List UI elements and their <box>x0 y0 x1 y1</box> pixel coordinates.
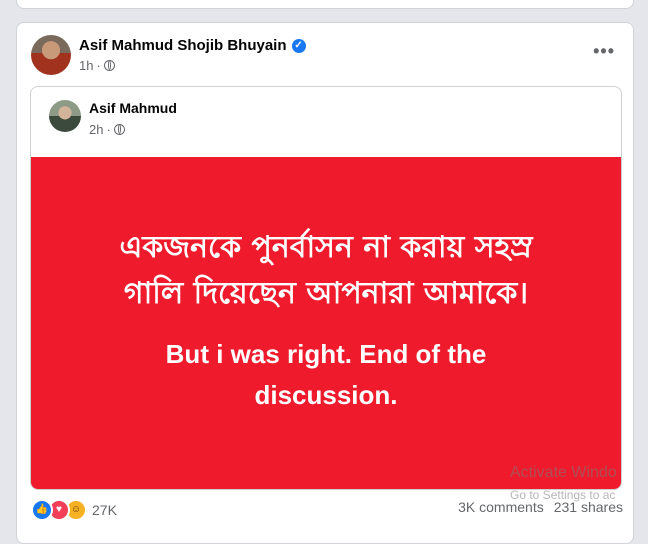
activate-windows-subtext: Go to Settings to ac <box>510 488 616 502</box>
reaction-count[interactable]: 27K <box>92 502 117 518</box>
reactions-summary[interactable]: 👍 ♥ ☺ 27K <box>31 499 117 521</box>
shared-post-time[interactable]: 2h <box>89 122 103 137</box>
globe-icon <box>103 60 115 71</box>
text-banner: একজনকে পুনর্বাসন না করায় সহস্র গালি দিয… <box>31 157 621 489</box>
globe-icon <box>113 124 125 135</box>
more-options-button[interactable]: ••• <box>593 41 615 62</box>
banner-english-line-2: discussion. <box>254 380 398 410</box>
meta-separator: · <box>106 122 111 137</box>
post-author[interactable]: Asif Mahmud Shojib Bhuyain ✓ <box>79 37 306 54</box>
banner-bangla-line-1: একজনকে পুনর্বাসন না করায় সহস্র <box>119 230 533 265</box>
shared-author-avatar[interactable] <box>49 100 81 132</box>
shared-post[interactable]: Asif Mahmud 2h · একজনকে পুনর্বাসন না করা… <box>30 86 622 490</box>
banner-bangla-line-2: গালি দিয়েছেন আপনারা আমাকে। <box>123 276 529 311</box>
like-icon: 👍 <box>31 499 53 521</box>
previous-post-card <box>16 0 634 9</box>
activate-windows-watermark: Activate Windo <box>510 464 617 481</box>
post-author-name[interactable]: Asif Mahmud Shojib Bhuyain <box>79 37 287 54</box>
banner-english-line-1: But i was right. End of the <box>165 339 487 369</box>
meta-separator: · <box>96 58 101 73</box>
shared-post-meta: 2h · <box>89 122 125 137</box>
author-avatar[interactable] <box>31 35 71 75</box>
post-meta: 1h · <box>79 58 115 73</box>
shared-post-author[interactable]: Asif Mahmud <box>89 100 177 116</box>
post-time[interactable]: 1h <box>79 58 93 73</box>
verified-badge-icon: ✓ <box>291 38 306 53</box>
